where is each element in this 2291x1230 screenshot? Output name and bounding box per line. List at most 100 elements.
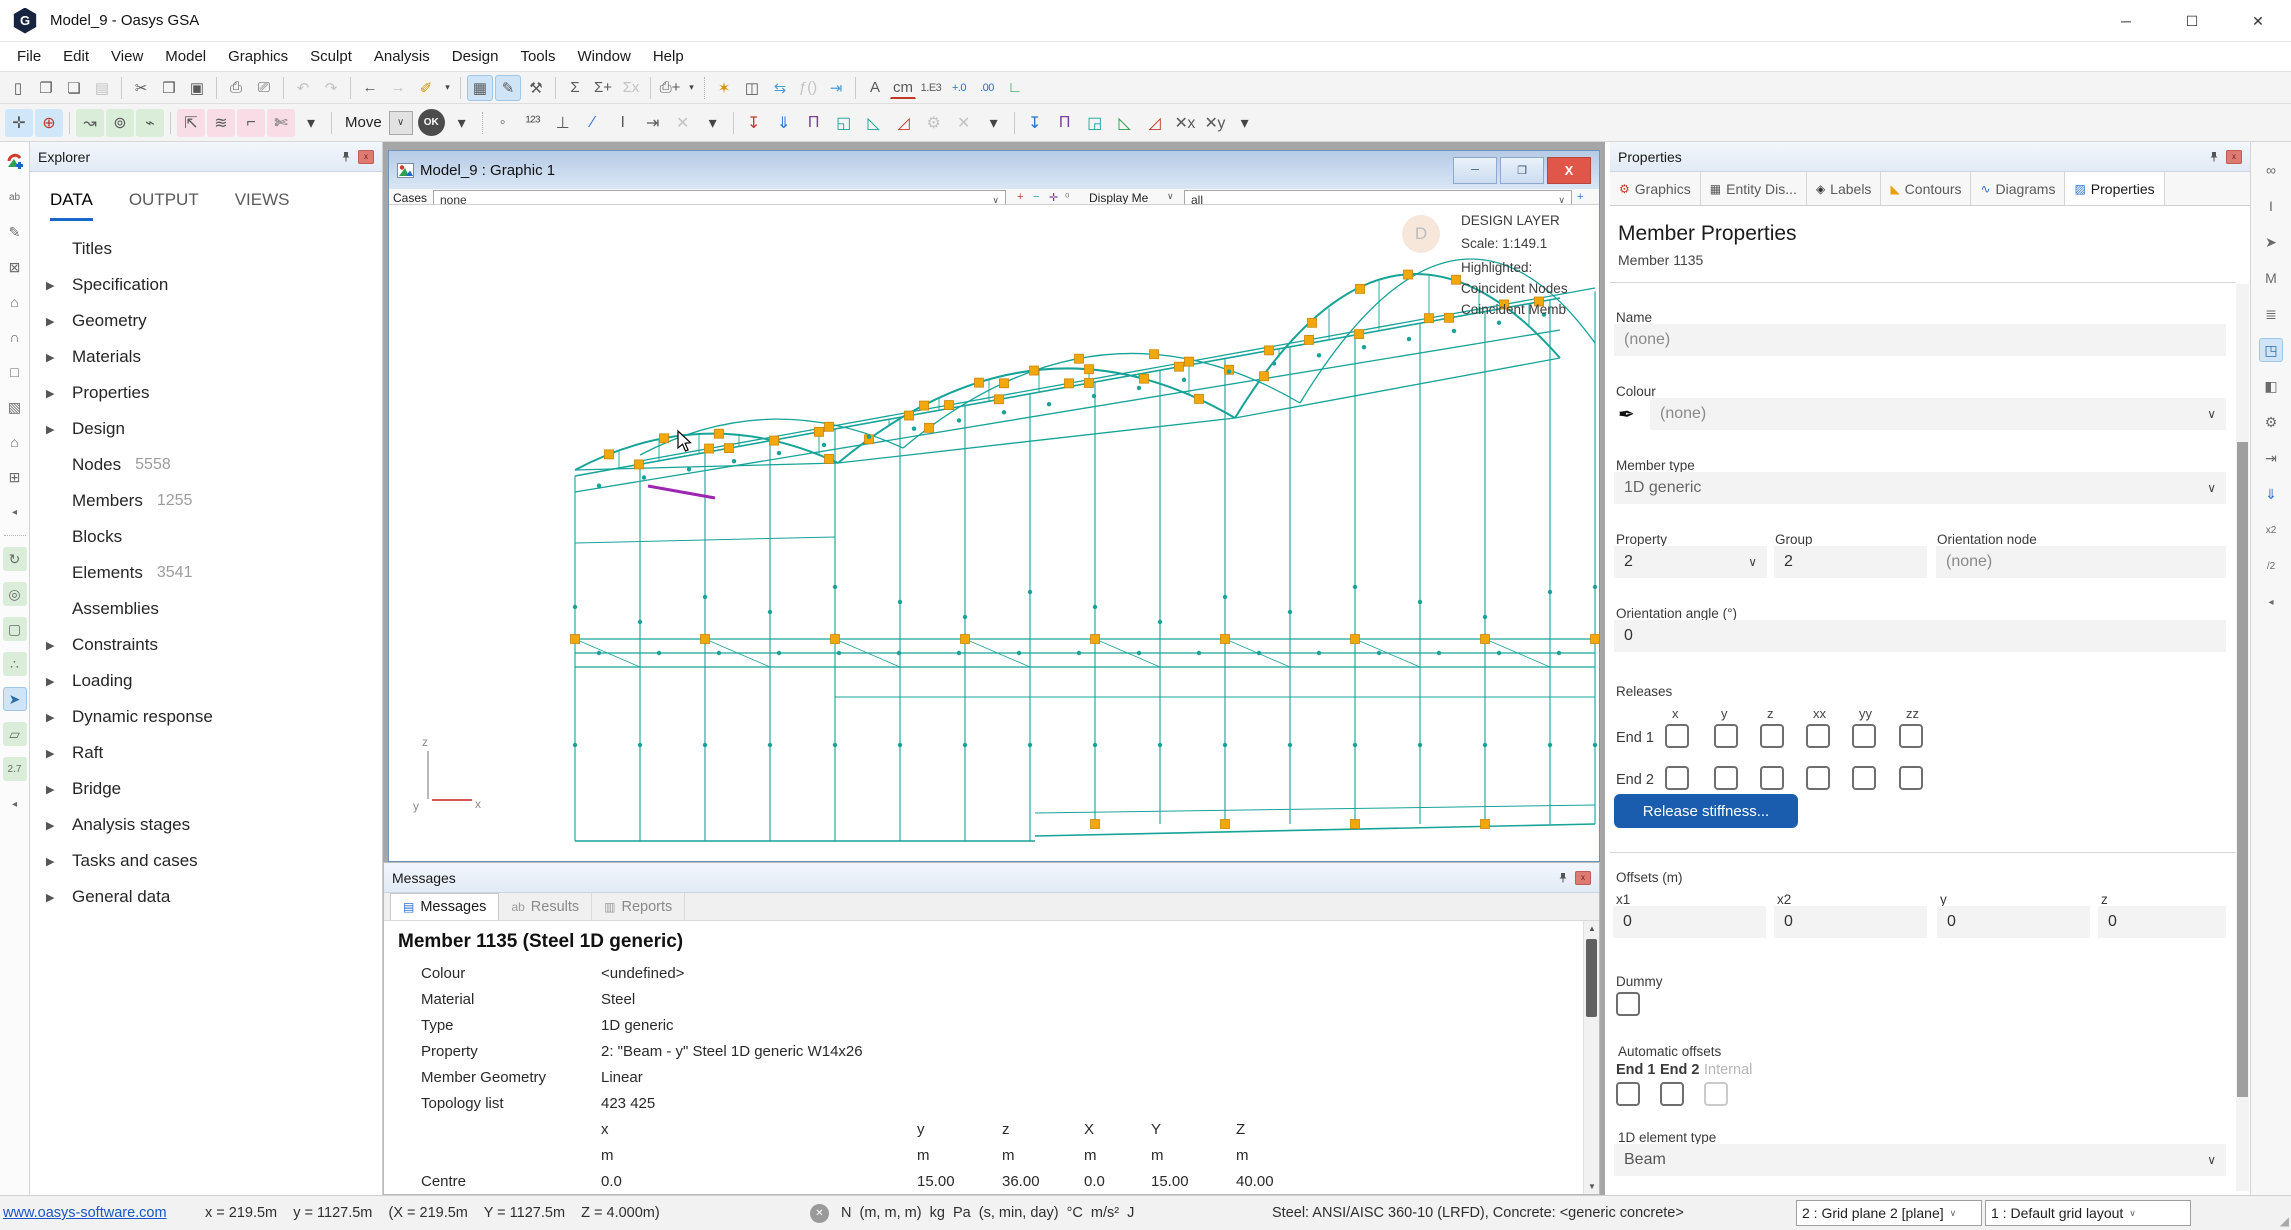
tree-item-dynamic-response[interactable]: ▶ Dynamic response bbox=[30, 699, 382, 735]
release-checkbox-end2-yy[interactable] bbox=[1852, 766, 1876, 790]
tree-item-properties[interactable]: ▶ Properties bbox=[30, 375, 382, 411]
pin-icon[interactable] bbox=[2208, 151, 2220, 163]
tab-entitydis[interactable]: ▦ Entity Dis... bbox=[1701, 172, 1807, 205]
property-select[interactable]: 2 ∨ bbox=[1614, 546, 1767, 578]
section-profile-icon[interactable]: I bbox=[2259, 194, 2283, 218]
undo-icon[interactable]: ↶ bbox=[290, 75, 316, 101]
sum-icon[interactable]: Σ bbox=[562, 75, 588, 101]
label-node-numbers-icon[interactable]: ¹²³ bbox=[519, 109, 547, 137]
chevron-right-icon[interactable]: ▶ bbox=[46, 315, 72, 328]
oasys-website-link[interactable]: www.oasys-software.com bbox=[3, 1196, 167, 1230]
release-checkbox-end2-x[interactable] bbox=[1665, 766, 1689, 790]
menu-edit[interactable]: Edit bbox=[52, 42, 100, 71]
graphic-restore-button[interactable]: ❐ bbox=[1500, 156, 1544, 184]
release-stiffness-button[interactable]: Release stiffness... bbox=[1614, 794, 1798, 828]
tab-contours[interactable]: ◣ Contours bbox=[1881, 172, 1972, 205]
menu-tools[interactable]: Tools bbox=[509, 42, 566, 71]
contour-display-settings-icon[interactable]: ◧ bbox=[2259, 374, 2283, 398]
cut-icon[interactable]: ✂ bbox=[128, 75, 154, 101]
structure-front-icon[interactable]: ⌂ bbox=[3, 290, 27, 314]
close-icon[interactable]: x bbox=[1575, 870, 1591, 885]
chevron-right-icon[interactable]: ▶ bbox=[46, 279, 72, 292]
release-checkbox-end1-x[interactable] bbox=[1665, 724, 1689, 748]
add-node-icon[interactable]: ⊚ bbox=[106, 108, 134, 137]
sculpt-drag-icon[interactable]: ✛ bbox=[5, 108, 33, 137]
labels-dropdown[interactable]: ▾ bbox=[699, 109, 727, 137]
labels-off-icon[interactable]: ✕ bbox=[669, 109, 697, 137]
dummy-checkbox[interactable] bbox=[1616, 992, 1640, 1016]
auto-offset-checkbox-end2[interactable] bbox=[1660, 1082, 1684, 1106]
add-elements-icon[interactable]: ⊕ bbox=[35, 108, 63, 137]
label-align-icon[interactable]: ⇥ bbox=[639, 109, 667, 137]
font-icon[interactable]: A bbox=[862, 75, 888, 101]
tab-views[interactable]: VIEWS bbox=[235, 190, 290, 221]
sculpt-pencil-icon[interactable]: ✎ bbox=[3, 220, 27, 244]
chevron-right-icon[interactable]: ▶ bbox=[46, 639, 72, 652]
sum-add-icon[interactable]: Σ+ bbox=[590, 75, 616, 101]
tree-item-bridge[interactable]: ▶ Bridge bbox=[30, 771, 382, 807]
menu-model[interactable]: Model bbox=[154, 42, 217, 71]
split-member-icon[interactable]: ⌁ bbox=[136, 108, 164, 137]
tree-item-blocks[interactable]: Blocks bbox=[30, 519, 382, 555]
release-checkbox-end2-y[interactable] bbox=[1714, 766, 1738, 790]
contour-moment-icon[interactable]: ◿ bbox=[1141, 109, 1169, 137]
case-envelope-icon[interactable]: ⁰ bbox=[1065, 191, 1069, 204]
scrollbar-thumb[interactable] bbox=[1586, 939, 1597, 1017]
diagram-shear-icon[interactable]: ◺ bbox=[860, 109, 888, 137]
contour-dropdown[interactable]: ▾ bbox=[1231, 109, 1259, 137]
release-checkbox-end1-zz[interactable] bbox=[1899, 724, 1923, 748]
list-add-icon[interactable]: + bbox=[1577, 191, 1583, 203]
orientation-node-field[interactable]: (none) bbox=[1936, 546, 2226, 578]
orientation-angle-field[interactable]: 0 bbox=[1614, 620, 2226, 652]
collapse-left-icon[interactable]: ◂ bbox=[3, 500, 27, 524]
tab-labels[interactable]: ◈ Labels bbox=[1807, 172, 1882, 205]
auto-offset-checkbox-end1[interactable] bbox=[1616, 1082, 1640, 1106]
format-painter-dropdown[interactable]: ▾ bbox=[441, 75, 454, 101]
back-icon[interactable]: ← bbox=[357, 75, 383, 101]
building-view-icon[interactable]: ⌂ bbox=[3, 430, 27, 454]
copy-icon[interactable]: ❒ bbox=[156, 75, 182, 101]
case-add-icon[interactable]: + bbox=[1017, 191, 1023, 203]
solid-box-icon[interactable]: ▧ bbox=[3, 395, 27, 419]
add-text-icon[interactable]: ab bbox=[3, 185, 27, 209]
minimize-button[interactable]: ─ bbox=[2093, 0, 2159, 42]
open-file-icon[interactable]: ❐ bbox=[33, 75, 59, 101]
label-member-numbers-icon[interactable]: ∕ bbox=[579, 109, 607, 137]
sculpt-dropdown[interactable]: ▾ bbox=[297, 109, 325, 137]
chevron-right-icon[interactable]: ▶ bbox=[46, 855, 72, 868]
collapse-left-2-icon[interactable]: ◂ bbox=[3, 792, 27, 816]
diagram-off-icon[interactable]: ✕ bbox=[950, 109, 978, 137]
grid-plane-select[interactable]: 2 : Grid plane 2 [plane] ∨ bbox=[1796, 1200, 1982, 1226]
pin-icon[interactable] bbox=[340, 151, 352, 163]
tree-item-analysis-stages[interactable]: ▶ Analysis stages bbox=[30, 807, 382, 843]
label-supports-icon[interactable]: ⊥ bbox=[549, 109, 577, 137]
move-axes-icon[interactable]: ⇱ bbox=[177, 108, 205, 137]
open-recent-icon[interactable]: ❏ bbox=[61, 75, 87, 101]
wireframe-box-icon[interactable]: □ bbox=[3, 360, 27, 384]
tree-item-specification[interactable]: ▶ Specification bbox=[30, 267, 382, 303]
clear-status-icon[interactable]: ✕ bbox=[810, 1204, 829, 1223]
paste-icon[interactable]: ▣ bbox=[184, 75, 210, 101]
pin-icon[interactable] bbox=[1557, 872, 1569, 884]
tree-item-raft[interactable]: ▶ Raft bbox=[30, 735, 382, 771]
close-icon[interactable]: x bbox=[358, 149, 374, 164]
messages-scrollbar[interactable]: ▲ ▼ bbox=[1583, 921, 1599, 1194]
tab-graphics[interactable]: ⚙ Graphics bbox=[1610, 172, 1701, 205]
diagram-settings-icon[interactable]: ⚙ bbox=[920, 109, 948, 137]
section-view-icon[interactable]: ⊠ bbox=[3, 255, 27, 279]
tools-settings-icon[interactable]: ⚒ bbox=[523, 75, 549, 101]
tab-reports[interactable]: ▥ Reports bbox=[592, 893, 686, 920]
chevron-right-icon[interactable]: ▶ bbox=[46, 387, 72, 400]
polyline-tool-icon[interactable]: M bbox=[2259, 266, 2283, 290]
wizard-icon[interactable]: ✶ bbox=[711, 75, 737, 101]
release-checkbox-end2-zz[interactable] bbox=[1899, 766, 1923, 790]
new-file-icon[interactable]: ▯ bbox=[5, 75, 31, 101]
tree-item-materials[interactable]: ▶ Materials bbox=[30, 339, 382, 375]
numeric-format-icon[interactable]: 1.E3 bbox=[918, 75, 944, 101]
offset-z-field[interactable]: 0 bbox=[2098, 906, 2226, 938]
volume-view-icon[interactable]: ▢ bbox=[2, 617, 27, 641]
menu-design[interactable]: Design bbox=[441, 42, 510, 71]
polygon-select-icon[interactable]: ▱ bbox=[2, 722, 27, 746]
tree-item-nodes[interactable]: Nodes 5558 bbox=[30, 447, 382, 483]
tree-item-elements[interactable]: Elements 3541 bbox=[30, 555, 382, 591]
